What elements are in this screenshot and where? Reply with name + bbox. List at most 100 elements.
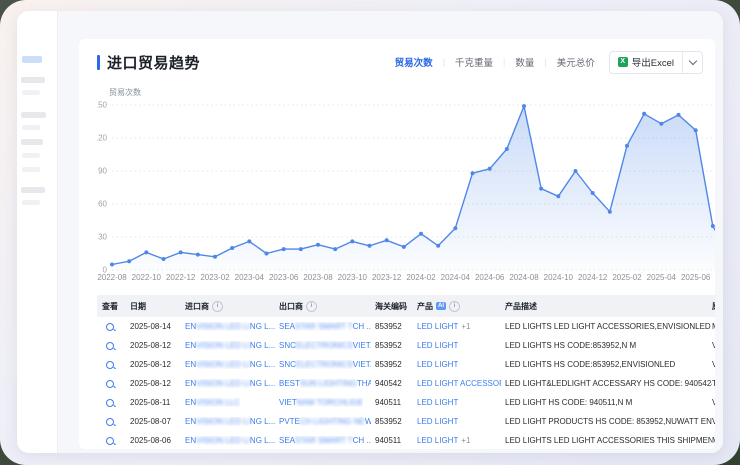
table-header-cell: 海关编码 <box>375 301 417 312</box>
info-icon[interactable]: i <box>212 301 223 312</box>
exporter-link[interactable]: SEASTAR SMART TCH ... <box>279 322 371 331</box>
chart-data-point[interactable] <box>196 253 200 257</box>
product-link[interactable]: LED LIGHT ACCESSORY <box>417 379 501 388</box>
product-link[interactable]: LED LIGHT <box>417 436 458 445</box>
name-blurred-segment: VISION LLC <box>196 398 240 407</box>
metric-tab-3[interactable]: 数量 <box>513 55 536 69</box>
sidebar-placeholder-item[interactable] <box>22 125 40 130</box>
chart-data-point[interactable] <box>436 244 440 248</box>
magnifier-icon[interactable] <box>106 418 114 426</box>
exporter-link[interactable]: SEASTAR SMART TCH ... <box>279 436 371 445</box>
chart-data-point[interactable] <box>162 257 166 261</box>
x-axis-tick-label: 2022-08 <box>97 273 127 282</box>
product-link[interactable]: LED LIGHT <box>417 341 458 350</box>
magnifier-icon[interactable] <box>106 399 114 407</box>
magnifier-icon[interactable] <box>106 380 114 388</box>
sidebar-placeholder-item[interactable] <box>22 167 40 172</box>
product-description-cell: LED LIGHTS LED LIGHT ACCESSORIES THIS SH… <box>505 436 712 445</box>
sidebar-item-active[interactable] <box>22 56 42 63</box>
x-axis-tick-label: 2025-06 <box>681 273 711 282</box>
chart-data-point[interactable] <box>230 246 234 250</box>
chart-data-point[interactable] <box>453 226 457 230</box>
chart-data-point[interactable] <box>368 244 372 248</box>
sidebar-placeholder-item[interactable] <box>21 187 45 193</box>
chart-data-point[interactable] <box>213 255 217 259</box>
metric-tab-2[interactable]: 千克重量 <box>453 55 495 69</box>
excel-icon: X <box>618 57 628 67</box>
importer-link[interactable]: ENVISION LLC <box>185 398 240 407</box>
name-visible-prefix: BEST <box>279 379 300 388</box>
importer-link[interactable]: ENVISION LED LING L... <box>185 417 275 426</box>
name-blurred-segment: SUN LIGHTING <box>300 379 357 388</box>
chart-data-point[interactable] <box>677 113 681 117</box>
name-blurred-segment: VISION LED LI <box>196 322 250 331</box>
product-link[interactable]: LED LIGHT <box>417 398 458 407</box>
chart-data-point[interactable] <box>608 210 612 214</box>
chart-data-point[interactable] <box>419 232 423 236</box>
chart-data-point[interactable] <box>505 147 509 151</box>
info-icon[interactable]: i <box>449 301 460 312</box>
exporter-link[interactable]: SNCELECTRONICSVIET... <box>279 360 371 369</box>
importer-link[interactable]: ENVISION LED LING L... <box>185 379 275 388</box>
sidebar-placeholder-item[interactable] <box>21 112 46 118</box>
exporter-link[interactable]: BESTSUN LIGHTINGTHA... <box>279 379 371 388</box>
product-link[interactable]: LED LIGHT <box>417 417 458 426</box>
chart-data-point[interactable] <box>711 224 715 228</box>
product-link[interactable]: LED LIGHT <box>417 360 458 369</box>
chart-data-point[interactable] <box>471 171 475 175</box>
chart-data-point[interactable] <box>574 169 578 173</box>
info-icon[interactable]: i <box>306 301 317 312</box>
chart-data-point[interactable] <box>522 104 526 108</box>
chart-data-point[interactable] <box>488 167 492 171</box>
chart-data-point[interactable] <box>333 247 337 251</box>
product-description-cell: LED LIGHT HS CODE: 940511,N M <box>505 398 712 407</box>
chart-data-point[interactable] <box>282 247 286 251</box>
name-visible-prefix: VIET <box>279 398 297 407</box>
magnifier-icon[interactable] <box>106 361 114 369</box>
export-excel-button[interactable]: X 导出Excel <box>610 55 682 69</box>
x-axis-tick-label: 2023-10 <box>338 273 368 282</box>
importer-link[interactable]: ENVISION LED LING L... <box>185 436 275 445</box>
sidebar-placeholder-item[interactable] <box>22 90 40 95</box>
chart-data-point[interactable] <box>316 243 320 247</box>
magnifier-icon[interactable] <box>106 323 114 331</box>
chart-data-point[interactable] <box>402 245 406 249</box>
metric-tab-1[interactable]: 贸易次数 <box>393 55 435 69</box>
importer-link[interactable]: ENVISION LED LING L... <box>185 341 275 350</box>
importer-link[interactable]: ENVISION LED LING L... <box>185 360 275 369</box>
chart-data-point[interactable] <box>299 247 303 251</box>
chart-data-point[interactable] <box>144 250 148 254</box>
chart-data-point[interactable] <box>659 122 663 126</box>
chart-data-point[interactable] <box>539 187 543 191</box>
magnifier-icon[interactable] <box>106 342 114 350</box>
date-cell: 2025-08-06 <box>130 436 185 445</box>
chart-data-point[interactable] <box>556 194 560 198</box>
exporter-link[interactable]: VIETNAM TORCHLIGE <box>279 398 363 407</box>
chart-data-point[interactable] <box>127 259 131 263</box>
sidebar-placeholder-item[interactable] <box>21 77 45 83</box>
magnifier-icon[interactable] <box>106 437 114 445</box>
chart-data-point[interactable] <box>625 144 629 148</box>
chart-data-point[interactable] <box>179 250 183 254</box>
chart-data-point[interactable] <box>642 112 646 116</box>
chart-data-point[interactable] <box>591 191 595 195</box>
chart-data-point[interactable] <box>110 263 114 267</box>
metric-tab-4[interactable]: 美元总价 <box>555 55 597 69</box>
x-axis-tick-label: 2024-06 <box>475 273 505 282</box>
chart-data-point[interactable] <box>350 239 354 243</box>
importer-link[interactable]: ENVISION LED LING L... <box>185 322 275 331</box>
chart-data-point[interactable] <box>265 252 269 256</box>
x-axis-tick-label: 2023-02 <box>200 273 230 282</box>
sidebar-placeholder-item[interactable] <box>22 200 40 205</box>
chart-data-point[interactable] <box>247 239 251 243</box>
export-dropdown-button[interactable] <box>682 52 702 73</box>
sidebar-placeholder-item[interactable] <box>22 153 40 158</box>
chart-data-point[interactable] <box>385 238 389 242</box>
name-visible-suffix: VIET... <box>353 360 371 369</box>
exporter-link[interactable]: SNCELECTRONICSVIET... <box>279 341 371 350</box>
chart-data-point[interactable] <box>694 128 698 132</box>
sidebar-placeholder-item[interactable] <box>21 139 43 145</box>
product-link[interactable]: LED LIGHT <box>417 322 458 331</box>
exporter-link[interactable]: PVTECH LIGHTING NEW VI... <box>279 417 371 426</box>
date-cell: 2025-08-12 <box>130 379 185 388</box>
